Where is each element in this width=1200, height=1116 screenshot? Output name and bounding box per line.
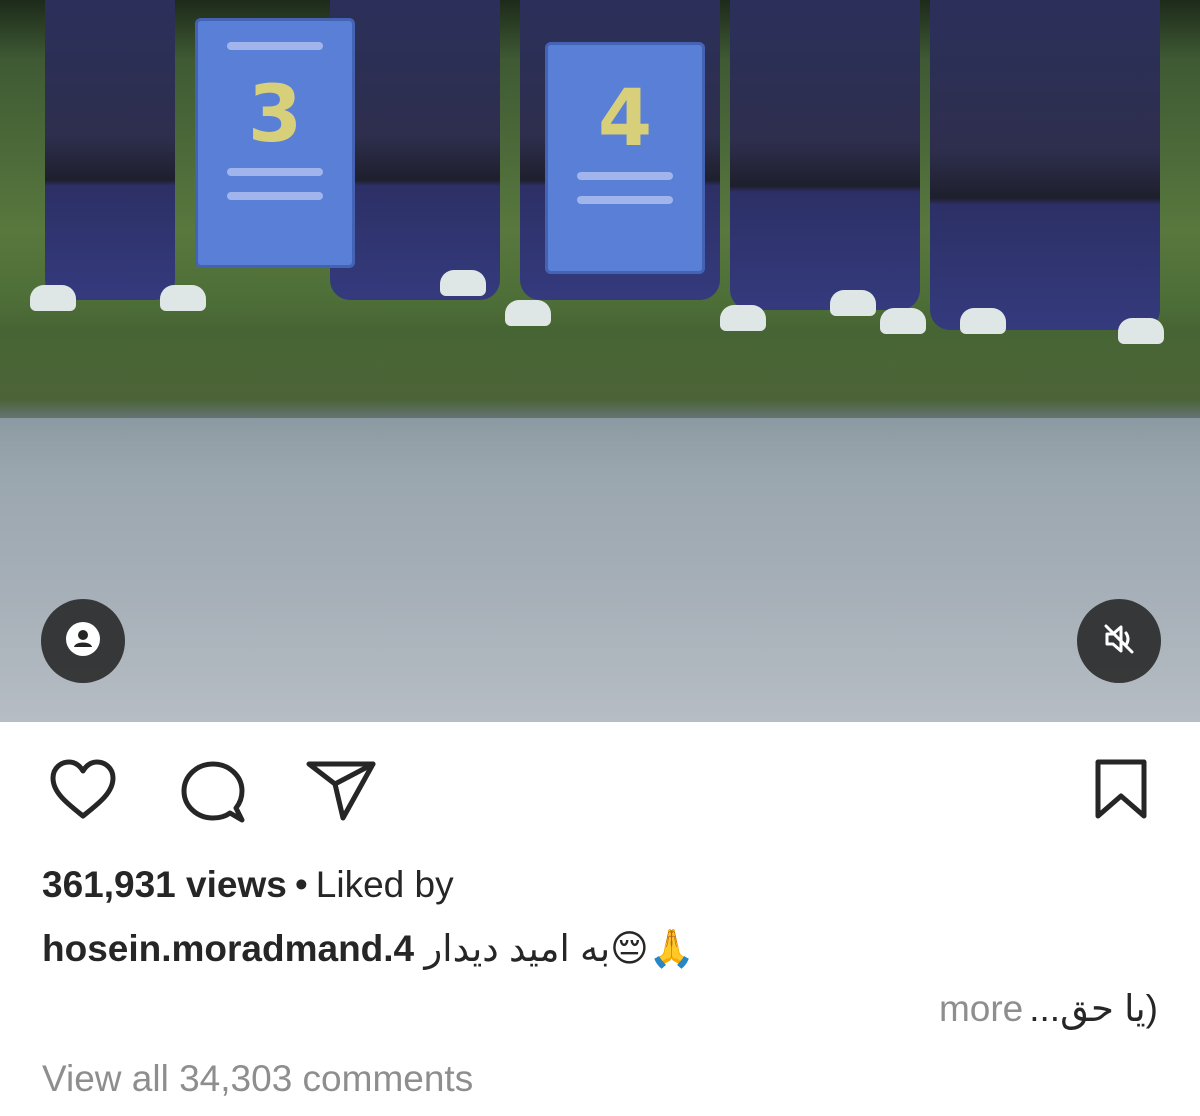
player-shoe xyxy=(960,308,1006,334)
comment-bubble-icon xyxy=(181,761,245,823)
liked-by-link[interactable]: Liked by xyxy=(316,864,454,905)
player-shoe xyxy=(160,285,206,311)
user-tag-icon xyxy=(65,621,101,662)
post-caption: hosein.moradmand.4 به امید دیدار😔🙏 xyxy=(42,926,1162,972)
caption-emojis: 😔🙏 xyxy=(610,927,695,970)
player-figure xyxy=(730,0,920,310)
caption-more-line: more ...(یا حق xyxy=(939,986,1158,1032)
jersey-text xyxy=(227,168,323,176)
user-tags-button[interactable] xyxy=(41,599,125,683)
paper-plane-icon xyxy=(306,761,376,821)
caption-second-line: (یا حق xyxy=(1060,988,1158,1029)
player-figure xyxy=(330,0,500,300)
player-shoe xyxy=(830,290,876,316)
like-button[interactable] xyxy=(48,758,118,827)
player-figure xyxy=(930,0,1160,330)
view-all-comments-link[interactable]: View all 34,303 comments xyxy=(42,1056,473,1102)
share-button[interactable] xyxy=(305,760,377,827)
jersey-text xyxy=(227,192,323,200)
post-stats: 361,931 views • Liked by xyxy=(42,862,454,908)
mute-button[interactable] xyxy=(1077,599,1161,683)
jersey-number-4: 4 xyxy=(545,42,705,274)
post-media[interactable]: 3 4 xyxy=(0,0,1200,722)
player-shoe xyxy=(880,308,926,334)
caption-username[interactable]: hosein.moradmand.4 xyxy=(42,928,414,969)
player-shoe xyxy=(440,270,486,296)
speaker-muted-icon xyxy=(1099,619,1139,664)
bookmark-icon xyxy=(1095,759,1147,819)
jersey-text xyxy=(577,196,673,204)
comment-button[interactable] xyxy=(178,760,248,831)
separator-dot: • xyxy=(294,864,308,905)
jersey-text xyxy=(227,42,323,50)
player-shoe xyxy=(505,300,551,326)
jersey-text xyxy=(577,172,673,180)
player-shoe xyxy=(720,305,766,331)
jersey-number: 4 xyxy=(597,74,653,164)
jersey-number-3: 3 xyxy=(195,18,355,268)
video-blur-overlay xyxy=(0,418,1200,722)
save-button[interactable] xyxy=(1092,758,1150,825)
caption-ellipsis: ... xyxy=(1029,988,1061,1029)
more-link[interactable]: more xyxy=(939,988,1023,1029)
player-figure xyxy=(45,0,175,300)
caption-text: به امید دیدار xyxy=(424,928,611,969)
views-count[interactable]: 361,931 views xyxy=(42,864,287,905)
player-shoe xyxy=(30,285,76,311)
heart-icon xyxy=(50,759,116,819)
jersey-number: 3 xyxy=(247,70,303,160)
player-shoe xyxy=(1118,318,1164,344)
